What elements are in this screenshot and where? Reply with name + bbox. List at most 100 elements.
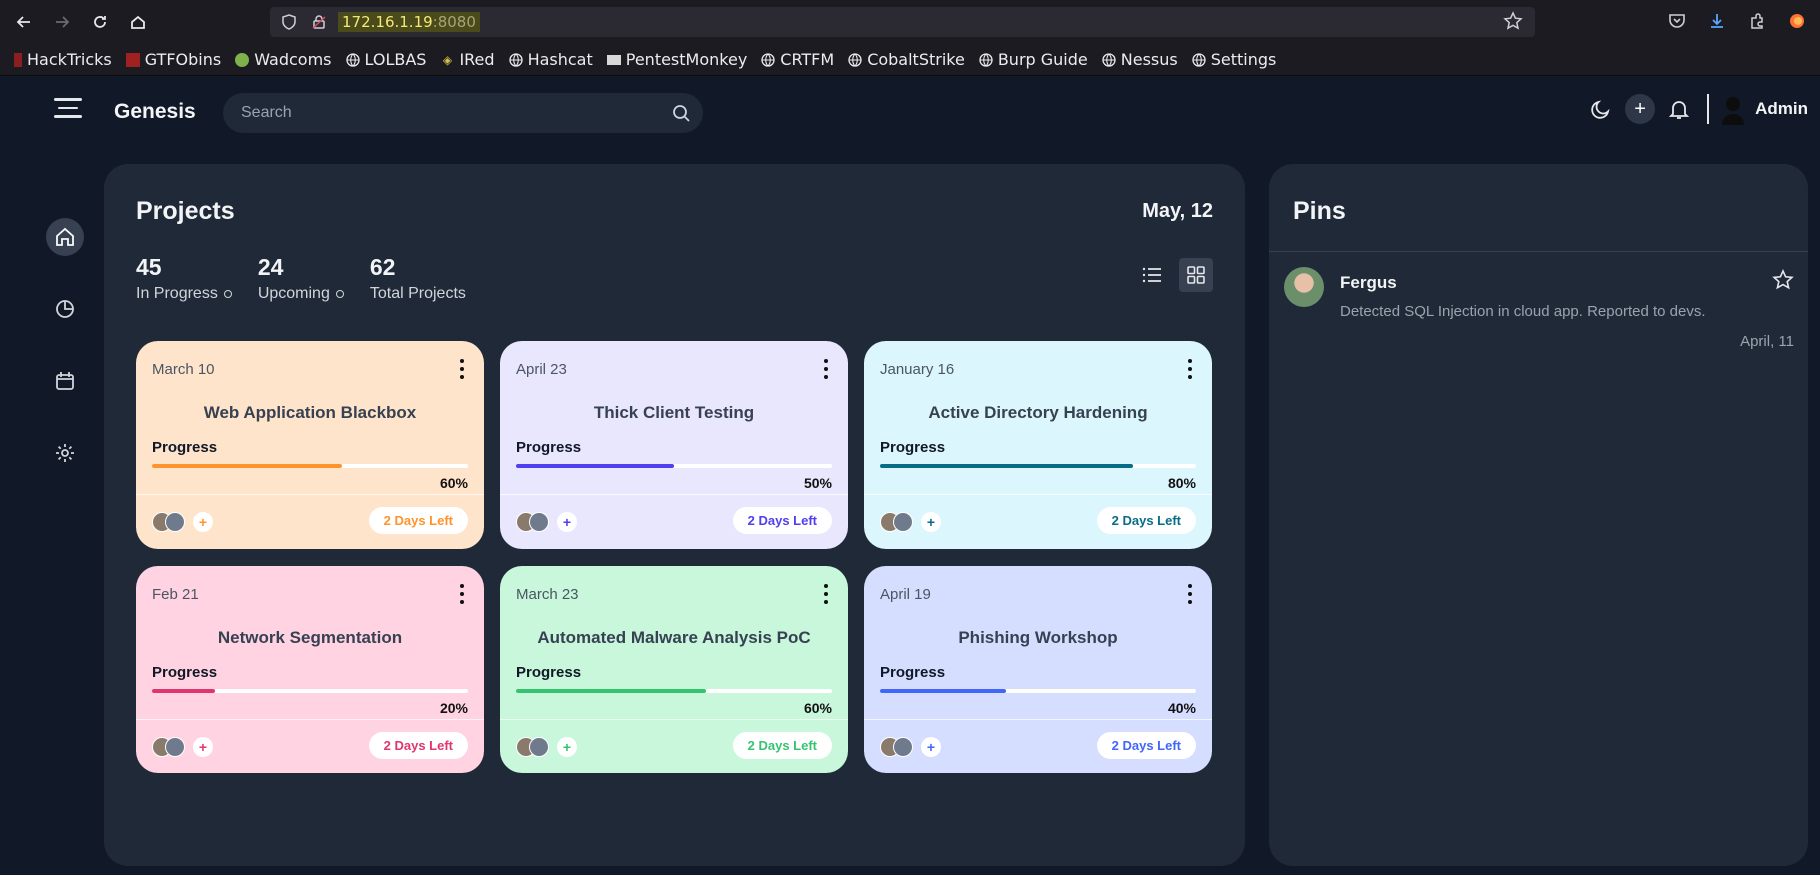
sidebar-item-analytics[interactable]	[46, 290, 84, 328]
project-card[interactable]: March 10 Web Application Blackbox Progre…	[136, 341, 484, 549]
card-title: Web Application Blackbox	[203, 403, 417, 422]
browser-toolbar: 172.16.1.19:8080	[0, 0, 1820, 44]
home-icon[interactable]	[124, 8, 152, 36]
card-divider	[864, 719, 1212, 720]
bookmark-burp-guide[interactable]: Burp Guide	[979, 50, 1088, 69]
bookmark-label: CobaltStrike	[867, 50, 965, 69]
progress-fill	[880, 689, 1007, 693]
bookmark-gtfobins[interactable]: GTFObins	[125, 50, 222, 69]
star-icon[interactable]	[1772, 269, 1794, 296]
back-icon[interactable]	[10, 8, 38, 36]
stat-label: In Progress	[136, 285, 218, 302]
bookmark-label: GTFObins	[144, 50, 222, 69]
app-header: Genesis + Admin	[0, 76, 1820, 148]
progress-percent: 80%	[1167, 475, 1196, 491]
project-stats: 45 In Progress 24 Upcoming 62 Total Proj…	[136, 254, 466, 303]
days-left-badge: 2 Days Left	[368, 507, 468, 534]
stat-label-row: Upcoming	[258, 285, 344, 303]
globe-icon	[1102, 52, 1116, 67]
avatar	[165, 737, 185, 757]
project-card[interactable]: March 23 Automated Malware Analysis PoC …	[500, 566, 848, 773]
menu-toggle-icon[interactable]	[54, 98, 82, 124]
bookmark-hacktricks[interactable]: HackTricks	[14, 50, 112, 69]
calendar-icon	[56, 372, 74, 390]
reload-icon[interactable]	[86, 8, 114, 36]
card-date: January 16	[880, 361, 955, 378]
bookmark-crtfm[interactable]: CRTFM	[761, 50, 834, 69]
lock-insecure-icon[interactable]	[308, 11, 330, 33]
extensions-icon[interactable]	[1744, 8, 1770, 34]
more-options-icon[interactable]	[1184, 357, 1196, 381]
pin-author: Fergus	[1340, 273, 1397, 292]
days-left-badge: 2 Days Left	[368, 732, 468, 759]
bookmark-nessus[interactable]: Nessus	[1102, 50, 1178, 69]
avatar	[529, 737, 549, 757]
firefox-menu-icon[interactable]	[1784, 8, 1810, 34]
notification-bell-icon[interactable]	[1663, 93, 1695, 125]
bookmark-hashcat[interactable]: Hashcat	[508, 50, 593, 69]
forward-icon[interactable]	[48, 8, 76, 36]
bookmark-wadcoms[interactable]: Wadcoms	[235, 50, 332, 69]
search-icon[interactable]	[671, 103, 691, 128]
add-icon[interactable]: +	[1625, 94, 1656, 124]
bookmarks-bar: HackTricks GTFObins Wadcoms LOLBAS ◈ IRed…	[0, 44, 1820, 76]
stat-label-row: In Progress	[136, 285, 232, 303]
shield-icon[interactable]	[278, 11, 300, 33]
list-view-icon[interactable]	[1135, 258, 1169, 292]
pin-date: April, 11	[1740, 333, 1794, 350]
bookmark-label: IRed	[459, 50, 495, 69]
projects-panel: Projects May, 12 45 In Progress 24 Upcom…	[104, 164, 1245, 866]
downloads-icon[interactable]	[1704, 8, 1730, 34]
add-participant-icon[interactable]: +	[921, 737, 941, 757]
more-options-icon[interactable]	[456, 357, 468, 381]
url-bar[interactable]: 172.16.1.19:8080	[270, 7, 1535, 37]
add-participant-icon[interactable]: +	[921, 512, 941, 532]
add-participant-icon[interactable]: +	[557, 512, 577, 532]
avatar	[893, 512, 913, 532]
globe-icon	[848, 52, 862, 67]
bookmark-ired[interactable]: ◈ IRed	[440, 50, 495, 69]
pie-chart-icon	[56, 300, 74, 318]
bookmark-cobaltstrike[interactable]: CobaltStrike	[848, 50, 965, 69]
more-options-icon[interactable]	[1184, 582, 1196, 606]
add-participant-icon[interactable]: +	[557, 737, 577, 757]
card-title: Network Segmentation	[217, 628, 403, 647]
progress-label: Progress	[880, 439, 946, 456]
projects-title: Projects	[136, 197, 235, 225]
view-toggle	[1135, 258, 1213, 292]
grid-view-icon[interactable]	[1179, 258, 1213, 292]
bookmark-pentestmonkey[interactable]: PentestMonkey	[606, 50, 748, 69]
more-options-icon[interactable]	[820, 357, 832, 381]
progress-track	[152, 689, 468, 693]
card-date: April 23	[516, 361, 567, 378]
search-input[interactable]	[241, 104, 641, 122]
card-date: Feb 21	[152, 586, 199, 603]
pin-item[interactable]: Fergus Detected SQL Injection in cloud a…	[1284, 267, 1794, 350]
stat-number: 62	[369, 254, 396, 280]
dark-mode-icon[interactable]	[1585, 93, 1617, 125]
project-card[interactable]: Feb 21 Network Segmentation Progress 20%…	[136, 566, 484, 773]
circle-icon	[223, 290, 232, 298]
admin-name[interactable]: Admin	[1755, 99, 1808, 119]
project-card[interactable]: April 23 Thick Client Testing Progress 5…	[500, 341, 848, 549]
pocket-icon[interactable]	[1664, 8, 1690, 34]
days-left-badge: 2 Days Left	[1096, 507, 1196, 534]
add-participant-icon[interactable]: +	[193, 737, 213, 757]
bookmark-star-icon[interactable]	[1503, 11, 1523, 36]
more-options-icon[interactable]	[456, 582, 468, 606]
card-title: Active Directory Hardening	[928, 403, 1148, 422]
sidebar-item-home[interactable]	[46, 218, 84, 256]
sidebar-item-settings[interactable]	[46, 434, 84, 472]
bookmark-lolbas[interactable]: LOLBAS	[345, 50, 426, 69]
add-participant-icon[interactable]: +	[193, 512, 213, 532]
avatar	[893, 737, 913, 757]
url-text: 172.16.1.19:8080	[338, 12, 480, 32]
more-options-icon[interactable]	[820, 582, 832, 606]
card-title: Thick Client Testing	[593, 403, 755, 422]
project-card[interactable]: April 19 Phishing Workshop Progress 40% …	[864, 566, 1212, 773]
bookmark-label: PentestMonkey	[625, 50, 748, 69]
admin-avatar[interactable]	[1719, 93, 1747, 125]
sidebar-item-calendar[interactable]	[46, 362, 84, 400]
project-card[interactable]: January 16 Active Directory Hardening Pr…	[864, 341, 1212, 549]
bookmark-settings[interactable]: Settings	[1192, 50, 1276, 69]
